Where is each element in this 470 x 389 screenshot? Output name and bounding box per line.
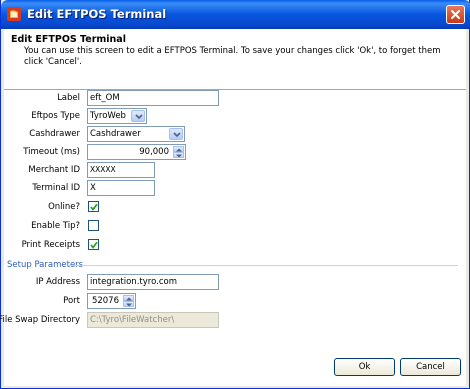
header-title: Edit EFTPOS Terminal	[11, 34, 126, 45]
terminal-id-caption: Terminal ID	[32, 183, 80, 193]
form-body: Label eft_OM Eftpos Type TyroWeb Cashdra…	[0, 90, 466, 386]
timeout-caption: Timeout (ms)	[23, 147, 80, 157]
chevron-down-icon[interactable]	[169, 128, 183, 140]
eftpos-type-caption: Eftpos Type	[31, 111, 80, 121]
timeout-spinner[interactable]: 90,000	[87, 144, 186, 160]
spin-down-button[interactable]	[173, 152, 184, 158]
port-caption: Port	[63, 296, 80, 306]
file-swap-directory-input: C:\Tyro\FileWatcher\	[87, 312, 219, 328]
ip-address-input[interactable]: integration.tyro.com	[87, 274, 219, 290]
label-caption: Label	[57, 93, 80, 103]
cashdrawer-caption: Cashdrawer	[29, 129, 80, 139]
enable-tip-caption: Enable Tip?	[31, 221, 80, 231]
cancel-button[interactable]: Cancel	[400, 358, 461, 376]
label-input[interactable]: eft_OM	[87, 90, 219, 106]
spinner-arrows-icon[interactable]	[173, 146, 184, 158]
spin-down-button[interactable]	[123, 301, 134, 307]
file-swap-directory-caption: File Swap Directory	[0, 315, 80, 325]
chevron-down-icon[interactable]	[131, 110, 145, 122]
online-checkbox[interactable]	[88, 201, 99, 212]
title-bar[interactable]: Edit EFTPOS Terminal	[1, 0, 470, 29]
spinner-arrows-icon[interactable]	[123, 295, 134, 307]
terminal-id-input[interactable]: X	[87, 180, 155, 196]
ok-button[interactable]: Ok	[334, 358, 395, 376]
window-title: Edit EFTPOS Terminal	[27, 7, 167, 21]
port-spinner[interactable]: 52076	[87, 293, 136, 309]
header-description: You can use this screen to edit a EFTPOS…	[24, 46, 441, 67]
section-divider	[68, 265, 458, 266]
eftpos-type-value: TyroWeb	[90, 111, 126, 121]
app-icon	[7, 7, 21, 21]
print-receipts-checkbox[interactable]	[88, 239, 99, 250]
online-caption: Online?	[48, 202, 80, 212]
dialog-window: Edit EFTPOS Terminal Edit EFTPOS Termina…	[0, 0, 470, 389]
cashdrawer-select[interactable]: Cashdrawer	[87, 126, 185, 142]
merchant-id-caption: Merchant ID	[28, 165, 80, 175]
cashdrawer-value: Cashdrawer	[90, 129, 141, 139]
ip-address-caption: IP Address	[35, 277, 80, 287]
print-receipts-caption: Print Receipts	[21, 240, 80, 250]
merchant-id-input[interactable]: XXXXX	[87, 162, 155, 178]
dialog-header: Edit EFTPOS Terminal You can use this sc…	[4, 29, 466, 90]
timeout-value: 90,000	[139, 147, 169, 157]
close-icon	[451, 10, 460, 19]
close-button[interactable]	[446, 5, 465, 24]
check-icon	[90, 241, 98, 249]
port-value: 52076	[91, 296, 119, 306]
check-icon	[90, 203, 98, 211]
eftpos-type-select[interactable]: TyroWeb	[87, 108, 147, 124]
enable-tip-checkbox[interactable]	[88, 220, 99, 231]
